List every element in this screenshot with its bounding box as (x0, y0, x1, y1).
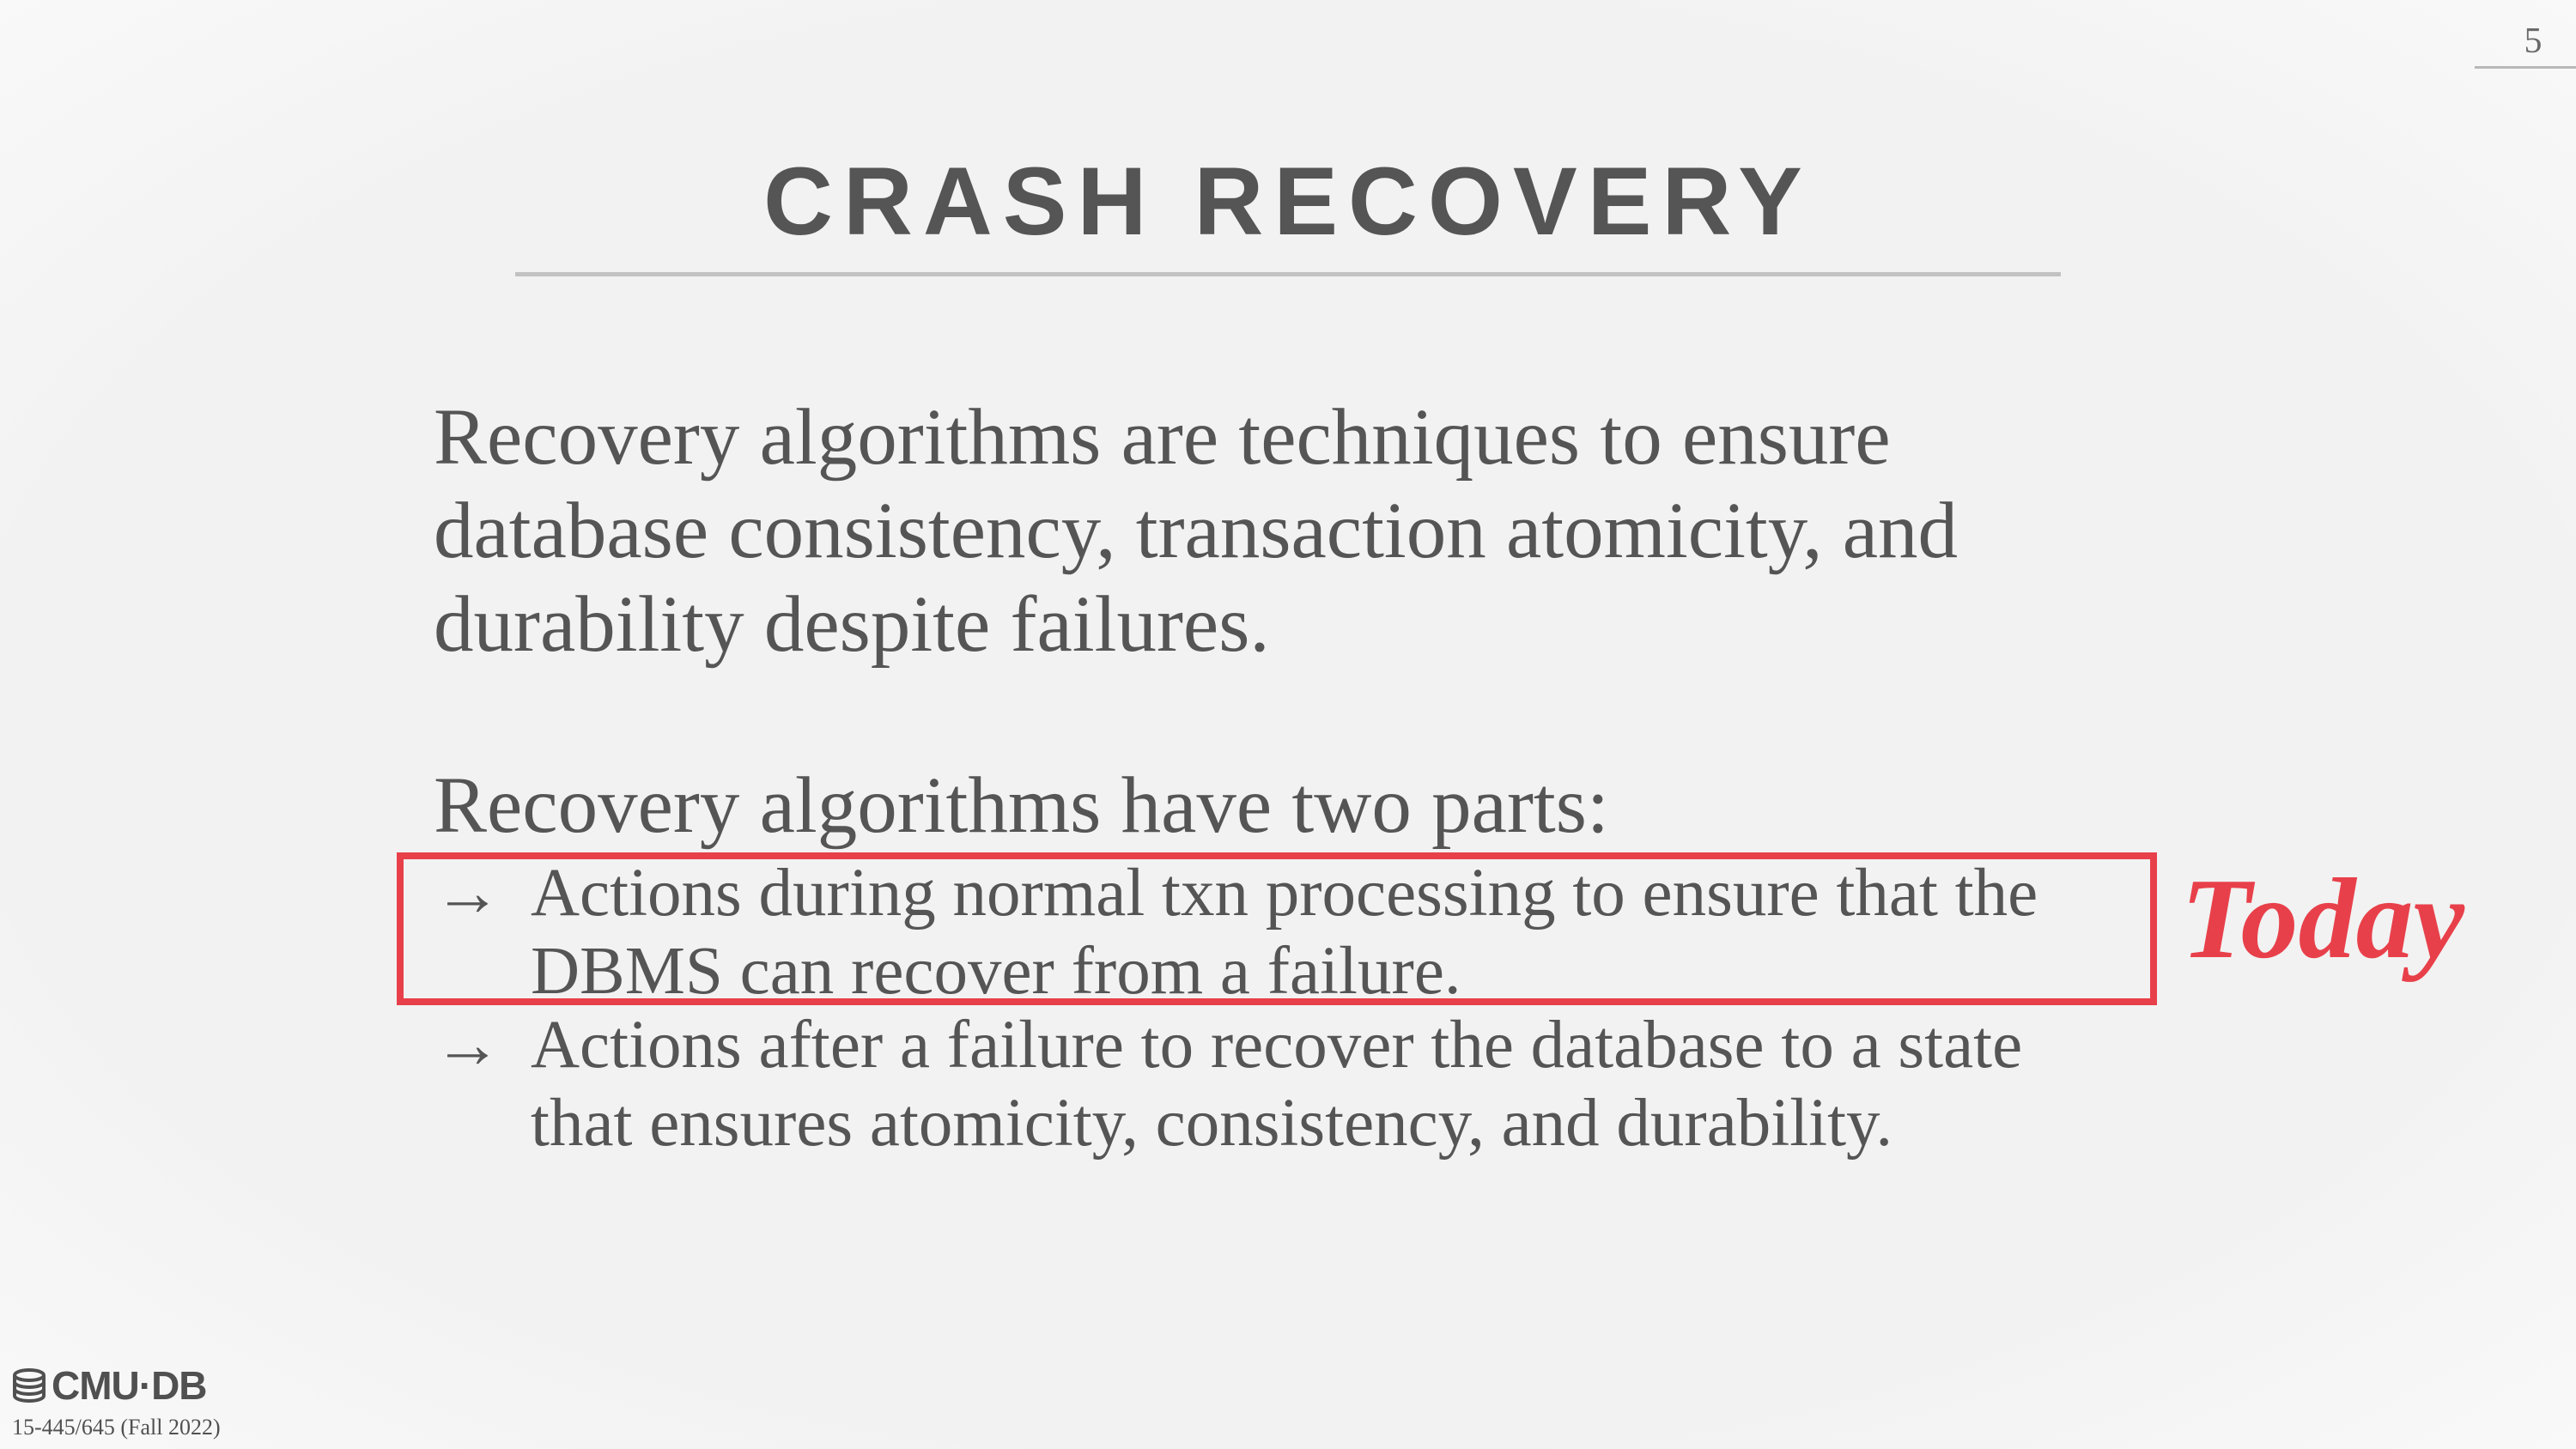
arrow-bullet-icon: → (434, 1008, 501, 1082)
bullet-line: Actions after a failure to recover the d… (531, 1008, 2023, 1082)
cmu-db-logo: CMU·DB (10, 1363, 208, 1408)
database-stack-icon (13, 1368, 46, 1403)
page-number-rule (2475, 66, 2576, 69)
bullet-line: that ensures atomicity, consistency, and… (531, 1086, 1893, 1161)
bullet-text: Actions after a failure to recover the d… (531, 1006, 2162, 1162)
course-label: 15-445/645 (Fall 2022) (12, 1415, 221, 1440)
slide-title: CRASH RECOVERY (763, 148, 1813, 255)
slide: 5 CRASH RECOVERY Recovery algorithms are… (0, 0, 2576, 1449)
paragraph-two-parts: Recovery algorithms have two parts: (434, 761, 1609, 850)
today-annotation: Today (2181, 855, 2465, 982)
logo-text: CMU·DB (52, 1363, 208, 1408)
page-number: 5 (2524, 21, 2543, 61)
highlight-box (397, 852, 2157, 1005)
paragraph-recovery-definition: Recovery algorithms are techniques to en… (434, 393, 1958, 669)
title-rule (515, 272, 2061, 276)
